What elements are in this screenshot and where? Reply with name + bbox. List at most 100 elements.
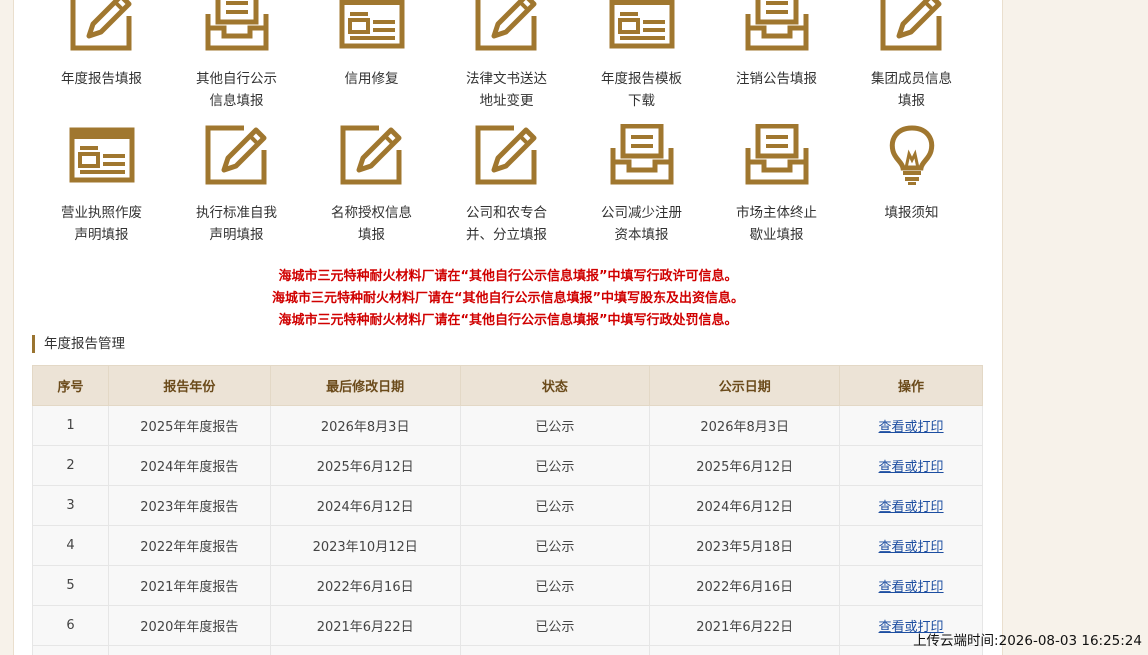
table-cell: 2026年8月3日: [269, 405, 461, 446]
service-tile-label: 信用修复: [344, 71, 399, 87]
column-header: 序号: [32, 365, 109, 406]
service-tile-label: 年度报告填报: [61, 71, 142, 87]
service-tile-label: 执行标准自我 声明填报: [196, 205, 277, 243]
table-cell: 1: [32, 405, 109, 446]
table-cell: 2025年年度报告: [107, 405, 271, 446]
service-tile-label: 注销公告填报: [736, 71, 817, 87]
service-tile-label: 年度报告模板 下载: [601, 71, 682, 109]
notice-list: 海城市三元特种耐火材料厂请在“其他自行公示信息填报”中填写行政许可信息。 海城市…: [14, 266, 1002, 332]
service-tile[interactable]: 公司减少注册 资本填报: [574, 124, 709, 246]
table-cell: 查看或打印: [839, 445, 983, 486]
service-tile[interactable]: 填报须知: [844, 124, 979, 224]
edit-pencil-icon: [439, 0, 574, 52]
table-row: 2 2024年年度报告 2025年6月12日 已公示 2025年6月12日 查看或打印: [32, 445, 983, 486]
table-cell: 2024年6月12日: [649, 485, 841, 526]
table-cell: 已公示: [459, 525, 651, 566]
table-cell: 2: [32, 445, 109, 486]
table-cell: 查看或打印: [839, 525, 983, 566]
table-cell: 2023年10月12日: [269, 525, 461, 566]
service-tile-label: 市场主体终止 歇业填报: [736, 205, 817, 243]
service-tile[interactable]: 集团成员信息 填报: [844, 0, 979, 112]
table-row: 4 2022年年度报告 2023年10月12日 已公示 2023年5月18日 查看或打印: [32, 525, 983, 566]
service-tile-label: 公司减少注册 资本填报: [601, 205, 682, 243]
table-cell: 6: [32, 605, 109, 646]
form-card-icon: [304, 0, 439, 52]
service-tile[interactable]: 名称授权信息 填报: [304, 124, 439, 246]
column-header: 状态: [459, 365, 651, 406]
table-cell: 2021年年度报告: [107, 565, 271, 606]
edit-pencil-icon: [439, 124, 574, 186]
table-cell: 已公示: [459, 405, 651, 446]
table-cell: 2025年6月12日: [649, 445, 841, 486]
table-cell: 已公示: [459, 485, 651, 526]
service-tile[interactable]: 年度报告填报: [34, 0, 169, 90]
edit-pencil-icon: [304, 124, 439, 186]
table-cell: 2023年年度报告: [107, 485, 271, 526]
table-row: 1 2025年年度报告 2026年8月3日 已公示 2026年8月3日 查看或打印: [32, 405, 983, 446]
annual-report-table: 序号 报告年份 最后修改日期 状态 公示日期 操作 1 2025年年度报告 2026…: [32, 365, 983, 655]
table-row: 72019年年度报告2020年5月15日已公示2020年5月15日查看或打印: [32, 645, 983, 655]
lightbulb-icon: [844, 124, 979, 186]
table-cell: 2021年6月22日: [649, 605, 841, 646]
table-cell: 2020年5月15日: [649, 645, 841, 655]
table-cell: 已公示: [459, 645, 651, 655]
table-cell: 2026年8月3日: [649, 405, 841, 446]
view-or-print-link[interactable]: 查看或打印: [879, 460, 944, 475]
service-tile[interactable]: 执行标准自我 声明填报: [169, 124, 304, 246]
notice-line: 海城市三元特种耐火材料厂请在“其他自行公示信息填报”中填写行政许可信息。: [278, 269, 738, 284]
table-cell: 2021年6月22日: [269, 605, 461, 646]
service-tile[interactable]: 年度报告模板 下载: [574, 0, 709, 112]
table-row: 3 2023年年度报告 2024年6月12日 已公示 2024年6月12日 查看或打印: [32, 485, 983, 526]
notice-line: 海城市三元特种耐火材料厂请在“其他自行公示信息填报”中填写股东及出资信息。: [271, 291, 745, 306]
table-cell: 已公示: [459, 565, 651, 606]
service-tile-label: 法律文书送达 地址变更: [466, 71, 547, 109]
service-tile[interactable]: 信用修复: [304, 0, 439, 90]
edit-pencil-icon: [169, 124, 304, 186]
service-tile[interactable]: 其他自行公示 信息填报: [169, 0, 304, 112]
table-row: 6 2020年年度报告 2021年6月22日 已公示 2021年6月22日 查看或打印: [32, 605, 983, 646]
service-tile[interactable]: 注销公告填报: [709, 0, 844, 90]
table-cell: 已公示: [459, 605, 651, 646]
table-cell: 2022年6月16日: [649, 565, 841, 606]
edit-pencil-icon: [34, 0, 169, 52]
table-row: 5 2021年年度报告 2022年6月16日 已公示 2022年6月16日 查看或打印: [32, 565, 983, 606]
main-panel: 年度报告填报 其他自行公示 信息填报 信用修复 法律文书送达 地址变更 年度报告模板 下…: [13, 0, 1003, 655]
service-tile[interactable]: 法律文书送达 地址变更: [439, 0, 574, 112]
column-header: 最后修改日期: [269, 365, 461, 406]
table-cell: 已公示: [459, 445, 651, 486]
table-cell: 3: [32, 485, 109, 526]
inbox-tray-icon: [709, 0, 844, 52]
table-cell: 2025年6月12日: [269, 445, 461, 486]
inbox-tray-icon: [574, 124, 709, 186]
service-tile-label: 集团成员信息 填报: [871, 71, 952, 109]
service-tile-label: 公司和农专合 并、分立填报: [466, 205, 547, 243]
table-cell: 查看或打印: [839, 565, 983, 606]
table-cell: 查看或打印: [839, 405, 983, 446]
column-header: 公示日期: [649, 365, 841, 406]
table-cell: 2022年6月16日: [269, 565, 461, 606]
table-cell: 2019年年度报告: [107, 645, 271, 655]
inbox-tray-icon: [169, 0, 304, 52]
table-cell: 2024年年度报告: [107, 445, 271, 486]
service-tile-label: 其他自行公示 信息填报: [196, 71, 277, 109]
service-tile[interactable]: 营业执照作废 声明填报: [34, 124, 169, 246]
table-cell: 2020年年度报告: [107, 605, 271, 646]
view-or-print-link[interactable]: 查看或打印: [879, 580, 944, 595]
form-card-icon: [574, 0, 709, 52]
service-tile[interactable]: 市场主体终止 歇业填报: [709, 124, 844, 246]
view-or-print-link[interactable]: 查看或打印: [879, 500, 944, 515]
table-cell: 查看或打印: [839, 485, 983, 526]
view-or-print-link[interactable]: 查看或打印: [879, 420, 944, 435]
table-cell: 2023年5月18日: [649, 525, 841, 566]
form-card-icon: [34, 124, 169, 186]
edit-pencil-icon: [844, 0, 979, 52]
notice-line: 海城市三元特种耐火材料厂请在“其他自行公示信息填报”中填写行政处罚信息。: [278, 313, 738, 328]
upload-timestamp: 上传云端时间:2026-08-03 16:25:24: [913, 633, 1142, 649]
column-header: 操作: [839, 365, 983, 406]
service-tile[interactable]: 公司和农专合 并、分立填报: [439, 124, 574, 246]
service-tile-label: 营业执照作废 声明填报: [61, 205, 142, 243]
view-or-print-link[interactable]: 查看或打印: [879, 540, 944, 555]
service-tile-label: 填报须知: [884, 205, 939, 221]
table-cell: 2022年年度报告: [107, 525, 271, 566]
section-title-annual-report: 年度报告管理: [32, 335, 125, 353]
